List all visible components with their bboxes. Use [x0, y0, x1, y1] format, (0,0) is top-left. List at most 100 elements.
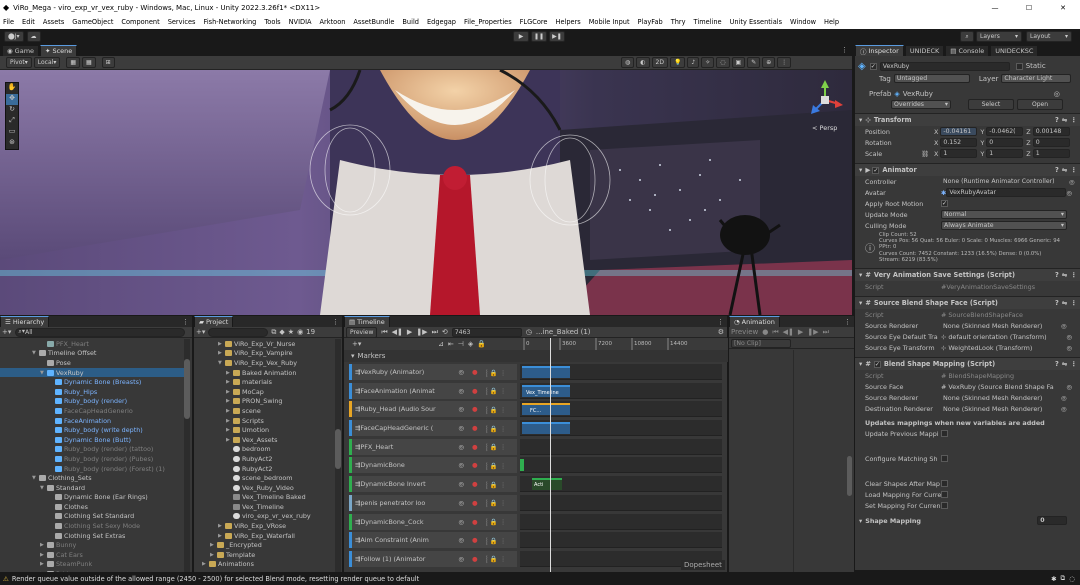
hierarchy-item[interactable]: Clothes — [0, 502, 184, 512]
playhead[interactable] — [550, 338, 551, 572]
add-icon[interactable]: +▾ — [2, 328, 11, 336]
tab-timeline[interactable]: ▤ Timeline — [344, 316, 390, 327]
menu-window[interactable]: Window — [790, 18, 816, 26]
project-item[interactable]: Vex_Ruby_Video — [194, 483, 335, 493]
project-item[interactable]: ▶ Vex_Assets — [194, 435, 335, 445]
hierarchy-item[interactable]: Ruby_body (render) — [0, 397, 184, 407]
cloud-icon[interactable]: ☁ — [26, 31, 41, 42]
layout-dropdown[interactable]: Layout ▾ — [1026, 31, 1072, 42]
load-mapping-checkbox[interactable] — [941, 491, 948, 498]
tab-unidecksc[interactable]: UNIDECKSC — [990, 44, 1039, 56]
play-icon[interactable]: ▶ — [798, 328, 803, 336]
scrollbar[interactable] — [847, 456, 852, 496]
track-controls-icon[interactable]: ⸾ 🔒 ⋮ — [486, 386, 507, 395]
menu-playfab[interactable]: PlayFab — [638, 18, 663, 26]
hierarchy-item[interactable]: Dynamic Bone (Ear Rings) — [0, 493, 184, 503]
blend-face-header[interactable]: ▾ # Source Blend Shape Face (Script) ? ⇋ ⋮ — [855, 296, 1080, 309]
favorite-icon[interactable]: ★ — [288, 328, 294, 336]
target-icon[interactable]: ◎ — [1054, 90, 1060, 98]
timeline-track[interactable]: ⇶ Ruby_Head (Audio Sour ◎ ● ⸾ 🔒 ⋮ — [349, 401, 517, 418]
record-icon[interactable]: ● — [472, 387, 478, 395]
hierarchy-item[interactable]: ▼ VexRuby — [0, 367, 184, 378]
hierarchy-item[interactable]: Ruby_body (render) (Forest) (1) — [0, 464, 184, 474]
timeline-clip[interactable]: Acti — [532, 478, 562, 491]
menu-nvidia[interactable]: NVIDIA — [289, 18, 312, 26]
help-icon[interactable]: ? — [1055, 299, 1059, 307]
track-controls-icon[interactable]: ⸾ 🔒 ⋮ — [486, 498, 507, 507]
project-item[interactable]: ▶ _Encrypted — [194, 540, 335, 550]
go-start-icon[interactable]: ⏮ — [381, 328, 387, 337]
layout-icon[interactable]: ⧉ — [1061, 574, 1066, 583]
animator-enabled-checkbox[interactable]: ✓ — [872, 166, 880, 174]
timeline-track[interactable]: ⇶ DynamicBone ◎ ● ⸾ 🔒 ⋮ — [349, 457, 517, 474]
transform-y-field[interactable]: -0.0462( — [986, 127, 1024, 136]
timeline-track[interactable]: ⇶ DynamicBone_Cock ◎ ● ⸾ 🔒 ⋮ — [349, 513, 517, 530]
hierarchy-item[interactable]: Dynamic Bone (Butt) — [0, 435, 184, 445]
hierarchy-item[interactable]: ▶ Bunny — [0, 540, 184, 550]
pause-button[interactable]: ❚❚ — [531, 31, 547, 42]
help-icon[interactable]: ? — [1055, 166, 1059, 174]
chevron-right-icon[interactable]: ▶ — [226, 418, 233, 424]
search-by-type-icon[interactable]: ⧉ — [271, 328, 276, 337]
project-item[interactable]: ▶ PRON_Swing — [194, 397, 335, 407]
chevron-down-icon[interactable]: ▼ — [32, 350, 39, 356]
target-icon[interactable]: ◎ — [458, 368, 464, 376]
tab-unideck[interactable]: UNIDECK — [904, 44, 945, 56]
more-icon[interactable]: ⋮ — [1070, 299, 1077, 307]
hierarchy-item[interactable]: Clothing Set Sexy Mode — [0, 521, 184, 531]
tab-scene[interactable]: ✦ Scene — [40, 44, 78, 56]
grid-icon[interactable]: ▦ — [82, 57, 96, 68]
account-dropdown[interactable]: ⬤ J ▾ — [4, 31, 24, 42]
pivot-dropdown[interactable]: Pivot ▾ — [6, 57, 32, 68]
timeline-track[interactable]: ⇶ FaceAnimation (Animat ◎ ● ⸾ 🔒 ⋮ — [349, 382, 517, 399]
project-item[interactable]: RubyAct2 — [194, 454, 335, 464]
static-checkbox[interactable] — [1015, 62, 1023, 70]
tab-animation[interactable]: ◔ Animation — [729, 316, 780, 327]
target-icon[interactable]: ◎ — [458, 480, 464, 488]
chevron-right-icon[interactable]: ▶ — [40, 561, 47, 567]
timeline-clip[interactable]: Vex_Timeline — [522, 384, 570, 397]
prev-frame-icon[interactable]: ◀❚ — [783, 328, 794, 336]
field-value[interactable]: VexRuby (Source Blend Shape Fa — [948, 383, 1066, 391]
rect-tool-icon[interactable]: ▭ — [6, 127, 18, 138]
target-icon[interactable]: ◎ — [458, 405, 464, 413]
menu-services[interactable]: Services — [168, 18, 196, 26]
mapping-header[interactable]: ▾ # ✓ Blend Shape Mapping (Script) ? ⇋ ⋮ — [855, 357, 1080, 370]
hierarchy-item[interactable]: ▼ Standard — [0, 483, 184, 493]
root-motion-checkbox[interactable]: ✓ — [941, 200, 948, 207]
target-icon[interactable]: ◎ — [458, 518, 464, 526]
transform-header[interactable]: ▾ ⊹ Transform ? ⇋ ⋮ — [855, 113, 1080, 126]
overrides-dropdown[interactable]: Overrides ▾ — [891, 100, 951, 109]
hierarchy-search-input[interactable]: ⌕▾ All — [15, 327, 186, 337]
add-icon[interactable]: +▾ — [196, 328, 205, 336]
track-controls-icon[interactable]: ⸾ 🔒 ⋮ — [486, 405, 507, 414]
more-icon[interactable]: ⋮ — [182, 318, 189, 326]
track-controls-icon[interactable]: ⸾ 🔒 ⋮ — [486, 442, 507, 451]
timeline-track[interactable]: ⇶ penis penetrator loo ◎ ● ⸾ 🔒 ⋮ — [349, 494, 517, 511]
orientation-gizmo[interactable] — [805, 78, 845, 128]
lock-icon[interactable]: 🔒 — [477, 340, 486, 348]
record-icon[interactable]: ● — [472, 518, 478, 526]
minimize-button[interactable]: — — [978, 4, 1012, 12]
object-name-field[interactable]: VexRuby — [879, 61, 1010, 71]
snap-icon[interactable]: ⊣ — [458, 340, 464, 348]
project-item[interactable]: ▼ ViRo_Exp_Vex_Ruby — [194, 358, 335, 368]
timeline-track[interactable]: ⇶ Follow (1) (Animator ◎ ● ⸾ 🔒 ⋮ — [349, 550, 517, 567]
menu-arktoon[interactable]: Arktoon — [320, 18, 346, 26]
menu-file[interactable]: File — [3, 18, 14, 26]
project-item[interactable]: RubyAct2 — [194, 464, 335, 474]
hierarchy-item[interactable]: FaceAnimation — [0, 416, 184, 426]
project-item[interactable]: ▶ scene — [194, 406, 335, 416]
help-icon[interactable]: ? — [1055, 360, 1059, 368]
visibility-icon[interactable]: ◉ — [297, 328, 303, 336]
record-icon[interactable]: ● — [472, 499, 478, 507]
go-end-icon[interactable]: ⏭ — [823, 328, 829, 337]
preset-icon[interactable]: ⇋ — [1062, 271, 1068, 279]
menu-flgcore[interactable]: FLGCore — [520, 18, 548, 26]
scene-viewport[interactable]: ✋ ✥ ↻ ⤢ ▭ ⊛ < Persp — [0, 70, 852, 315]
set-mapping-checkbox[interactable] — [941, 502, 948, 509]
preset-icon[interactable]: ⇋ — [1062, 116, 1068, 124]
track-controls-icon[interactable]: ⸾ 🔒 ⋮ — [486, 461, 507, 470]
hand-tool-icon[interactable]: ✋ — [6, 83, 18, 94]
audio-icon[interactable]: ♪ — [687, 57, 700, 68]
